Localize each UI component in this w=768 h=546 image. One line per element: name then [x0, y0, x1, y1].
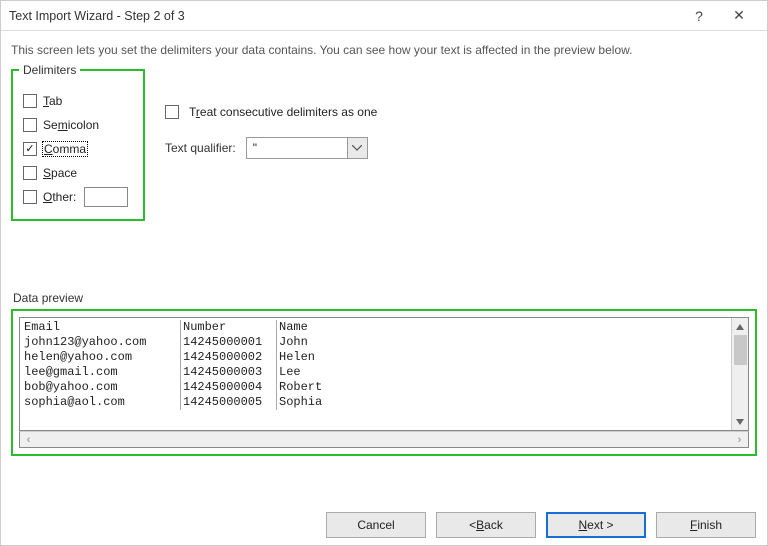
finish-button[interactable]: Finish	[656, 512, 756, 538]
vertical-scrollbar[interactable]	[731, 318, 748, 430]
scroll-right-arrow-icon[interactable]: ›	[731, 434, 748, 446]
comma-label[interactable]: Comma	[43, 142, 87, 156]
options-area: Treat consecutive delimiters as one Text…	[165, 65, 377, 221]
delimiters-legend: Delimiters	[19, 63, 80, 77]
semicolon-label[interactable]: Semicolon	[43, 118, 99, 132]
horizontal-scrollbar[interactable]: ‹ ›	[19, 431, 749, 448]
data-preview-label: Data preview	[11, 291, 757, 305]
semicolon-checkbox[interactable]	[23, 118, 37, 132]
scroll-thumb[interactable]	[734, 335, 747, 365]
chevron-down-icon[interactable]	[347, 138, 367, 158]
space-label[interactable]: Space	[43, 166, 77, 180]
space-checkbox[interactable]	[23, 166, 37, 180]
delimiters-group: Delimiters Tab Semicolon Comma Space Oth…	[11, 69, 145, 221]
preview-col-number: Number 14245000001 14245000002 142450000…	[180, 320, 276, 410]
cancel-button[interactable]: Cancel	[326, 512, 426, 538]
close-button[interactable]: ✕	[719, 7, 759, 24]
button-bar: Cancel < Back Next > Finish	[326, 512, 756, 538]
scroll-up-arrow-icon[interactable]	[732, 318, 748, 335]
other-checkbox[interactable]	[23, 190, 37, 204]
description-text: This screen lets you set the delimiters …	[1, 31, 767, 65]
data-preview-box: Email john123@yahoo.com helen@yahoo.com …	[19, 317, 749, 431]
tab-checkbox[interactable]	[23, 94, 37, 108]
title-bar: Text Import Wizard - Step 2 of 3 ? ✕	[1, 1, 767, 31]
text-qualifier-combo[interactable]: "	[246, 137, 368, 159]
data-preview-highlight: Email john123@yahoo.com helen@yahoo.com …	[11, 309, 757, 456]
back-button[interactable]: < Back	[436, 512, 536, 538]
comma-checkbox[interactable]	[23, 142, 37, 156]
other-label[interactable]: Other:	[43, 190, 76, 204]
text-qualifier-value: "	[247, 138, 347, 158]
treat-consecutive-label[interactable]: Treat consecutive delimiters as one	[189, 105, 377, 119]
window-title: Text Import Wizard - Step 2 of 3	[9, 9, 679, 23]
other-input[interactable]	[84, 187, 128, 207]
text-qualifier-label: Text qualifier:	[165, 141, 236, 155]
scroll-down-arrow-icon[interactable]	[732, 413, 748, 430]
treat-consecutive-checkbox[interactable]	[165, 105, 179, 119]
preview-col-name: Name John Helen Lee Robert Sophia	[276, 320, 716, 410]
help-button[interactable]: ?	[679, 8, 719, 24]
preview-table: Email john123@yahoo.com helen@yahoo.com …	[20, 320, 716, 410]
scroll-left-arrow-icon[interactable]: ‹	[20, 434, 37, 446]
preview-col-email: Email john123@yahoo.com helen@yahoo.com …	[20, 320, 180, 410]
next-button[interactable]: Next >	[546, 512, 646, 538]
tab-label[interactable]: Tab	[43, 94, 62, 108]
